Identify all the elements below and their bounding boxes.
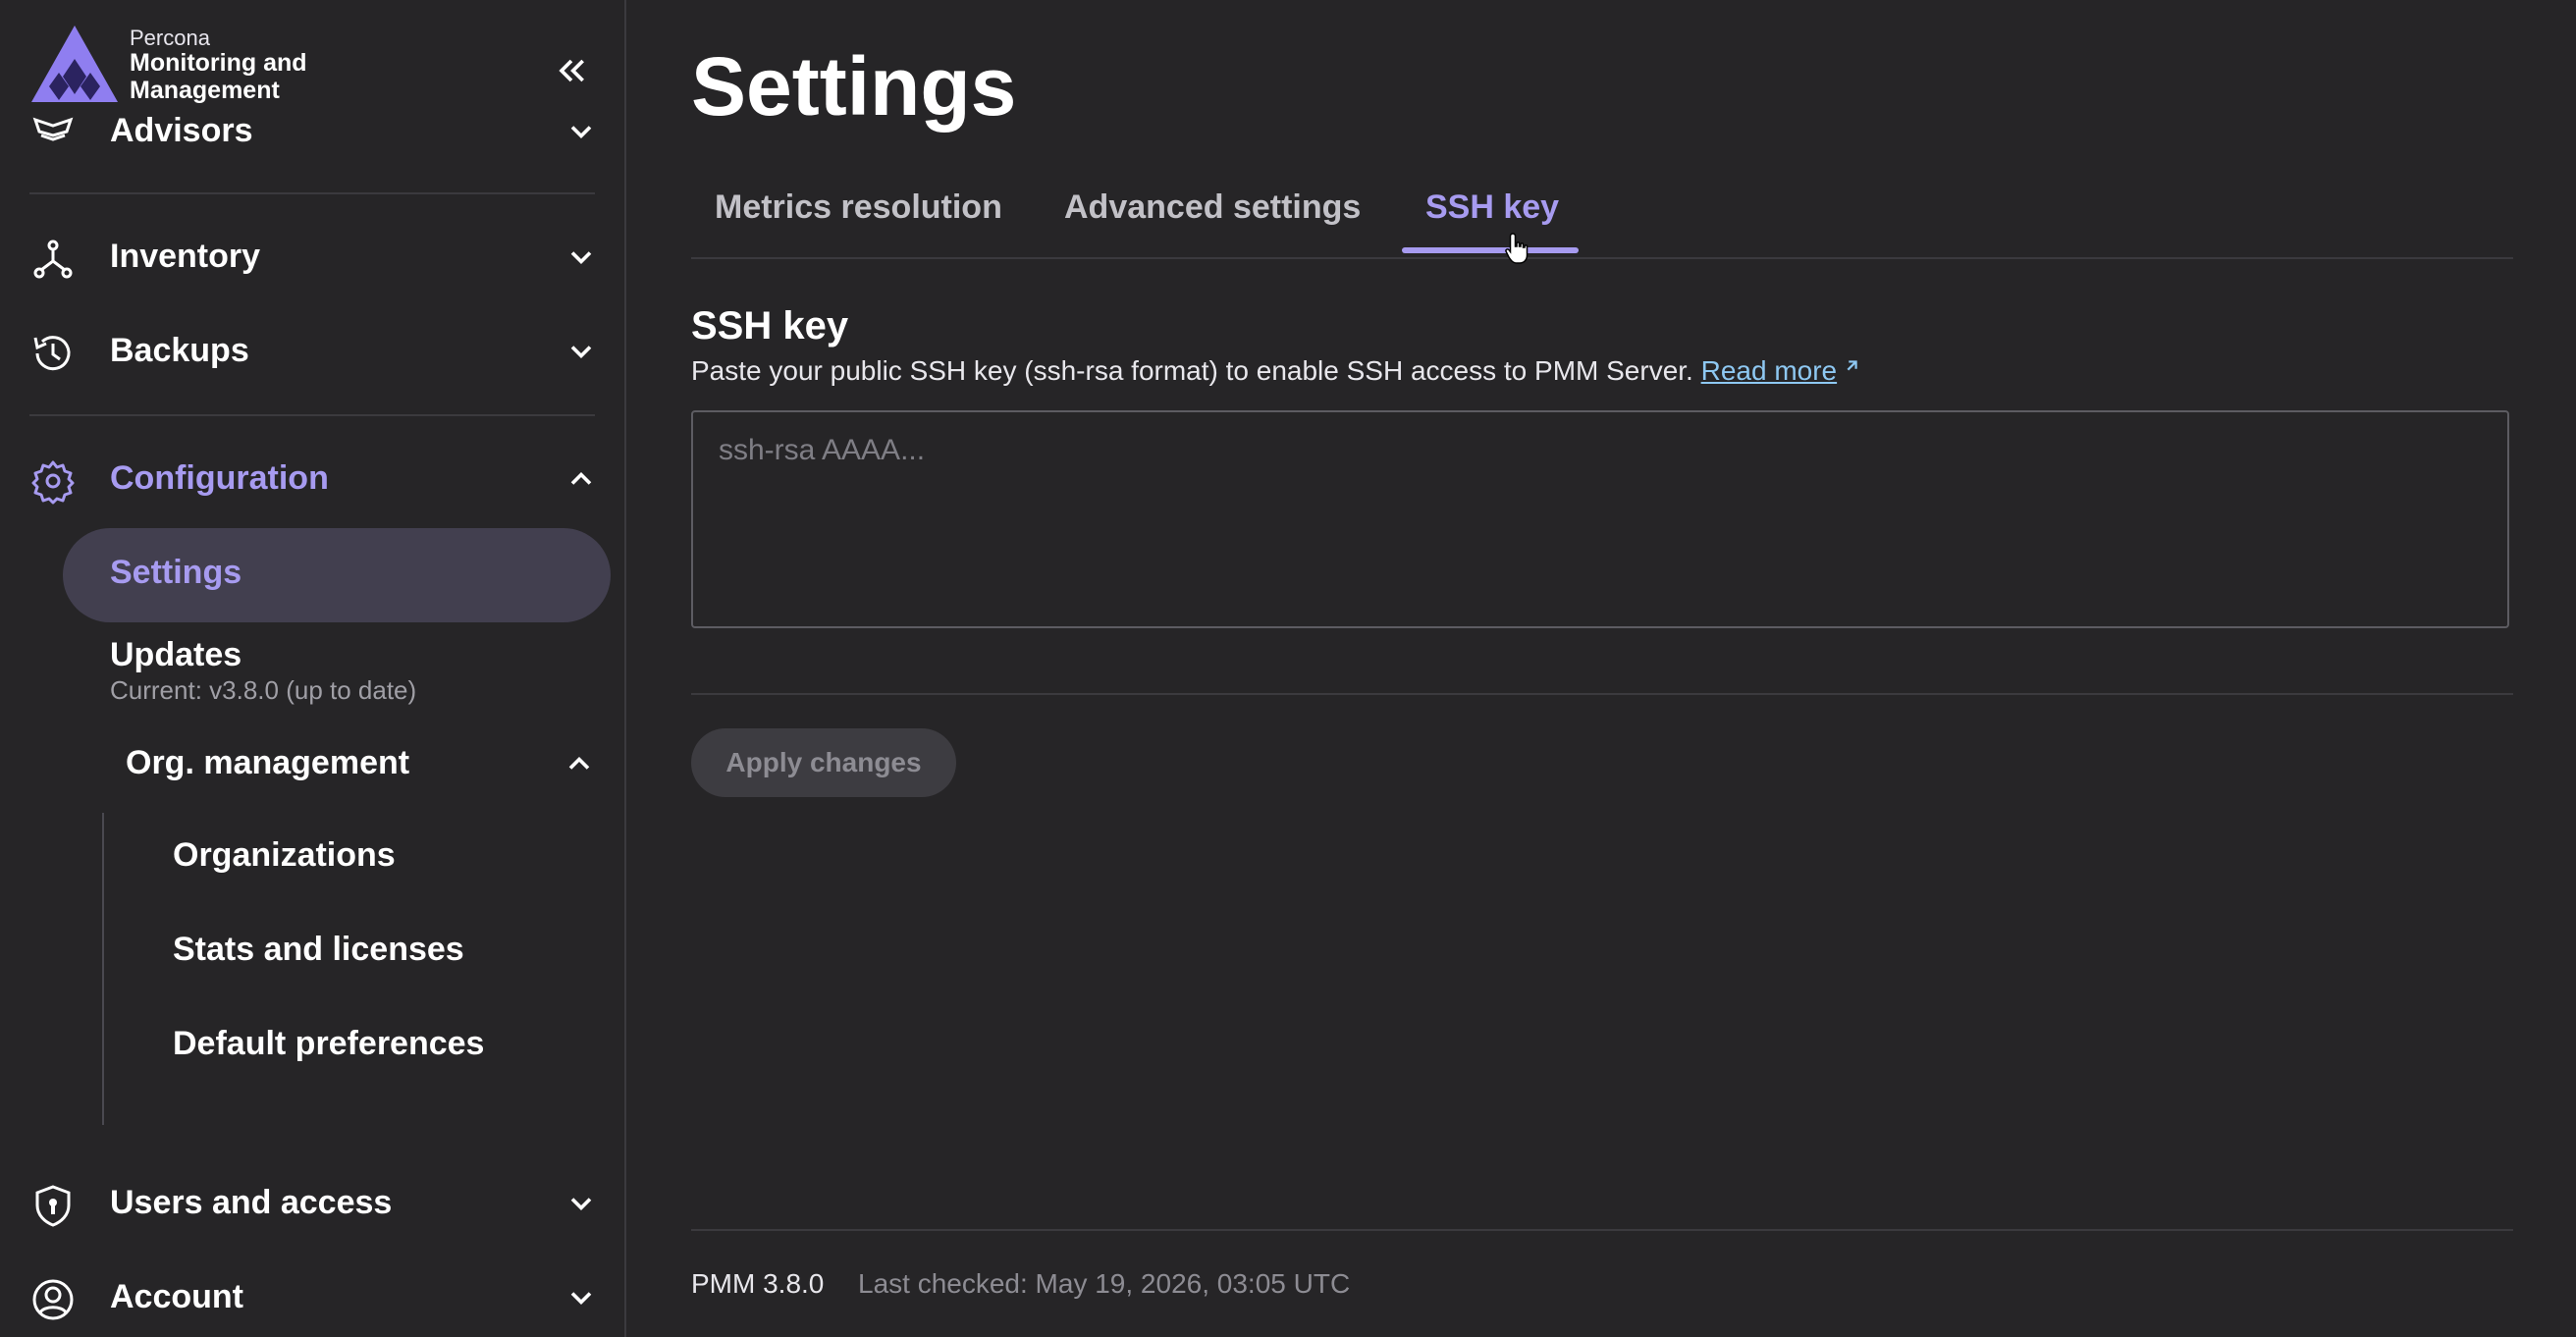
sidebar-item-label: Inventory bbox=[110, 238, 261, 275]
gear-icon bbox=[31, 460, 75, 505]
updates-caption: Current: v3.8.0 (up to date) bbox=[110, 675, 417, 705]
sidebar-item-updates[interactable]: Updates Current: v3.8.0 (up to date) bbox=[110, 632, 601, 711]
chevron-up-icon bbox=[570, 471, 592, 485]
tree-line bbox=[102, 813, 104, 1125]
collapse-sidebar-icon[interactable] bbox=[552, 51, 591, 90]
chevron-down-icon bbox=[570, 1292, 592, 1306]
sidebar-item-stats-and-licenses[interactable]: Stats and licenses bbox=[173, 929, 585, 984]
description-text: Paste your public SSH key (ssh-rsa forma… bbox=[691, 355, 1693, 386]
chevron-down-icon bbox=[570, 1198, 592, 1211]
sidebar-item-default-preferences[interactable]: Default preferences bbox=[173, 1023, 585, 1078]
brand-header: Percona Monitoring and Management bbox=[0, 0, 622, 116]
sidebar: Advisors Percona Monitoring and Manageme… bbox=[0, 0, 626, 1337]
tab-ssh-key[interactable]: SSH key bbox=[1425, 188, 1559, 227]
read-more-link[interactable]: Read more bbox=[1701, 355, 1838, 386]
section-description: Paste your public SSH key (ssh-rsa forma… bbox=[691, 355, 1862, 387]
last-checked: Last checked: May 19, 2026, 03:05 UTC bbox=[858, 1268, 1351, 1299]
active-tab-indicator bbox=[1402, 247, 1579, 253]
sidebar-item-label: Users and access bbox=[110, 1184, 393, 1221]
section-title: SSH key bbox=[691, 304, 849, 348]
sidebar-item-inventory[interactable]: Inventory bbox=[29, 228, 599, 287]
apply-changes-button[interactable]: Apply changes bbox=[691, 728, 956, 797]
sidebar-item-configuration[interactable]: Configuration bbox=[29, 450, 599, 508]
sidebar-item-label: Default preferences bbox=[173, 1025, 485, 1062]
ssh-key-input[interactable] bbox=[691, 410, 2509, 628]
sidebar-item-label: Backups bbox=[110, 332, 249, 369]
advisors-icon bbox=[32, 117, 74, 141]
chevron-up-icon bbox=[568, 756, 590, 770]
brand: Percona Monitoring and Management bbox=[29, 24, 579, 106]
sidebar-item-label: Organizations bbox=[173, 836, 396, 874]
section-divider bbox=[691, 693, 2513, 695]
percona-logo-icon bbox=[31, 26, 118, 102]
pmm-version: PMM 3.8.0 bbox=[691, 1268, 825, 1299]
account-icon bbox=[32, 1279, 74, 1320]
sidebar-item-organizations[interactable]: Organizations bbox=[173, 834, 585, 889]
tab-metrics-resolution[interactable]: Metrics resolution bbox=[715, 188, 1002, 227]
sidebar-item-backups[interactable]: Backups bbox=[29, 322, 599, 381]
chevron-down-icon bbox=[570, 251, 592, 265]
footer-divider bbox=[691, 1229, 2513, 1231]
brand-company: Percona bbox=[130, 26, 210, 50]
sidebar-item-settings[interactable]: Settings bbox=[63, 528, 611, 622]
inventory-icon bbox=[33, 240, 73, 279]
main-content: Settings Metrics resolution Advanced set… bbox=[691, 0, 2513, 1337]
page-title: Settings bbox=[691, 40, 1017, 133]
sidebar-divider bbox=[29, 192, 595, 194]
sidebar-item-label: Updates bbox=[110, 636, 242, 673]
pointer-cursor-icon bbox=[1505, 233, 1529, 264]
chevron-down-icon bbox=[570, 126, 592, 139]
brand-product: Monitoring and Management bbox=[130, 49, 307, 104]
sidebar-divider bbox=[29, 414, 595, 416]
chevron-down-icon bbox=[570, 346, 592, 359]
sidebar-item-label: Org. management bbox=[126, 744, 410, 781]
sidebar-item-users-and-access[interactable]: Users and access bbox=[29, 1174, 599, 1233]
shield-icon bbox=[35, 1185, 71, 1227]
sidebar-item-label: Stats and licenses bbox=[173, 931, 464, 968]
sidebar-item-label: Settings bbox=[110, 554, 242, 591]
backups-icon bbox=[33, 336, 71, 371]
tab-advanced-settings[interactable]: Advanced settings bbox=[1064, 188, 1361, 227]
sidebar-item-account[interactable]: Account bbox=[29, 1268, 599, 1327]
settings-tabs: Metrics resolution Advanced settings SSH… bbox=[691, 177, 2513, 259]
sidebar-item-label: Account bbox=[110, 1278, 243, 1315]
sidebar-item-org-management[interactable]: Org. management bbox=[126, 742, 597, 801]
sidebar-item-label: Advisors bbox=[110, 112, 253, 149]
sidebar-item-label: Configuration bbox=[110, 459, 329, 497]
external-link-icon bbox=[1847, 360, 1857, 371]
